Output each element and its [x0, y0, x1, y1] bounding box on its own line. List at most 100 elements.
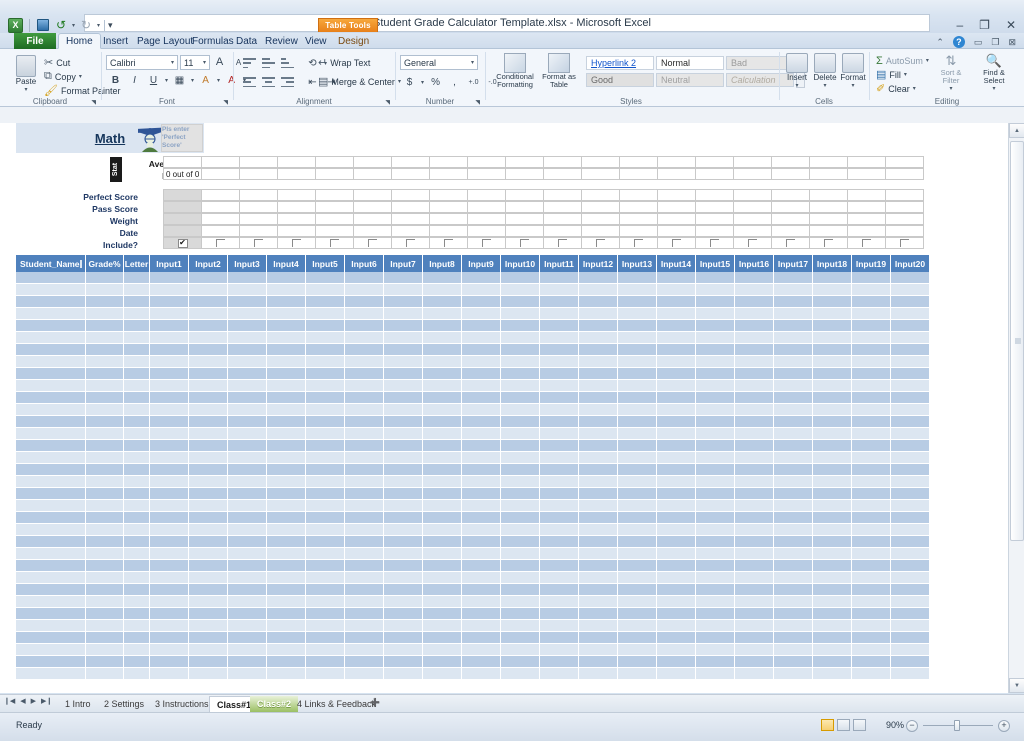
table-header-row[interactable]: Student_NameGrade%LetterInput1Input2Inpu… [16, 255, 945, 272]
table-header-grade-[interactable]: Grade% [86, 255, 124, 272]
table-cell[interactable] [813, 476, 852, 488]
grid-cell[interactable] [277, 237, 316, 249]
table-cell[interactable] [657, 344, 696, 356]
table-cell[interactable] [774, 356, 813, 368]
table-cell[interactable] [735, 644, 774, 656]
table-cell[interactable] [16, 524, 86, 536]
table-cell[interactable] [891, 512, 930, 524]
table-cell[interactable] [345, 284, 384, 296]
table-cell[interactable] [696, 476, 735, 488]
table-cell[interactable] [774, 464, 813, 476]
table-cell[interactable] [540, 608, 579, 620]
grid-cell[interactable] [353, 213, 392, 225]
table-cell[interactable] [618, 296, 657, 308]
table-cell[interactable] [462, 392, 501, 404]
table-cell[interactable] [124, 416, 150, 428]
table-cell[interactable] [774, 440, 813, 452]
table-cell[interactable] [540, 548, 579, 560]
table-row[interactable] [16, 428, 945, 440]
grid-cell[interactable] [277, 201, 316, 213]
table-cell[interactable] [462, 560, 501, 572]
table-cell[interactable] [852, 392, 891, 404]
table-cell[interactable] [150, 368, 189, 380]
table-cell[interactable] [657, 620, 696, 632]
table-cell[interactable] [384, 644, 423, 656]
table-cell[interactable] [813, 308, 852, 320]
paste-dropdown-icon[interactable]: ▾ [10, 86, 42, 93]
table-cell[interactable] [86, 392, 124, 404]
table-cell[interactable] [501, 428, 540, 440]
table-cell[interactable] [735, 548, 774, 560]
table-cell[interactable] [124, 548, 150, 560]
table-cell[interactable] [501, 668, 540, 680]
filter-icon[interactable] [80, 260, 82, 268]
find-select-button[interactable]: 🔍 Find & Select ▾ [974, 53, 1014, 92]
table-cell[interactable] [345, 656, 384, 668]
table-cell[interactable] [228, 668, 267, 680]
table-cell[interactable] [579, 332, 618, 344]
table-cell[interactable] [189, 536, 228, 548]
table-cell[interactable] [306, 668, 345, 680]
table-cell[interactable] [774, 560, 813, 572]
table-cell[interactable] [813, 596, 852, 608]
table-cell[interactable] [813, 488, 852, 500]
grid-cell[interactable] [847, 168, 886, 180]
table-cell[interactable] [124, 428, 150, 440]
table-cell[interactable] [86, 596, 124, 608]
grid-cell[interactable] [239, 213, 278, 225]
grid-cell[interactable] [315, 156, 354, 168]
table-cell[interactable] [579, 476, 618, 488]
table-row[interactable] [16, 404, 945, 416]
table-row[interactable] [16, 524, 945, 536]
table-cell[interactable] [86, 404, 124, 416]
table-cell[interactable] [345, 356, 384, 368]
table-cell[interactable] [891, 416, 930, 428]
table-cell[interactable] [228, 572, 267, 584]
grid-cell[interactable] [315, 189, 354, 201]
table-cell[interactable] [696, 584, 735, 596]
table-header-input20[interactable]: Input20 [891, 255, 930, 272]
insert-cells-button[interactable]: Insert ▾ [784, 53, 810, 89]
grid-cell[interactable] [429, 168, 468, 180]
grid-cell[interactable] [733, 213, 772, 225]
table-cell[interactable] [150, 464, 189, 476]
table-cell[interactable] [696, 320, 735, 332]
table-cell[interactable] [384, 488, 423, 500]
table-cell[interactable] [150, 404, 189, 416]
table-cell[interactable] [189, 320, 228, 332]
table-cell[interactable] [150, 452, 189, 464]
grid-cell[interactable] [809, 189, 848, 201]
table-header-input11[interactable]: Input11 [540, 255, 579, 272]
table-cell[interactable] [189, 500, 228, 512]
grid-row-weight[interactable] [164, 213, 924, 225]
restore-window-icon[interactable]: ▭ [974, 37, 983, 48]
table-cell[interactable] [852, 296, 891, 308]
table-cell[interactable] [540, 356, 579, 368]
window-controls[interactable]: – ❐ ✕ [956, 18, 1016, 32]
table-cell[interactable] [501, 380, 540, 392]
table-cell[interactable] [462, 428, 501, 440]
clipboard-dialog-launcher[interactable]: ◥ [91, 99, 96, 106]
table-cell[interactable] [891, 656, 930, 668]
grid-cell[interactable]: ✔ [163, 237, 202, 249]
grid-cell[interactable] [581, 168, 620, 180]
table-cell[interactable] [852, 308, 891, 320]
table-cell[interactable] [696, 572, 735, 584]
table-cell[interactable] [657, 476, 696, 488]
table-cell[interactable] [124, 488, 150, 500]
table-cell[interactable] [813, 464, 852, 476]
table-header-input12[interactable]: Input12 [579, 255, 618, 272]
table-cell[interactable] [540, 344, 579, 356]
grid-cell[interactable] [239, 237, 278, 249]
table-cell[interactable] [501, 512, 540, 524]
table-cell[interactable] [150, 536, 189, 548]
table-cell[interactable] [124, 272, 150, 284]
page-break-view-icon[interactable] [853, 719, 866, 731]
table-cell[interactable] [86, 572, 124, 584]
table-cell[interactable] [150, 344, 189, 356]
table-cell[interactable] [423, 368, 462, 380]
table-cell[interactable] [579, 368, 618, 380]
table-cell[interactable] [891, 272, 930, 284]
table-cell[interactable] [345, 536, 384, 548]
table-cell[interactable] [189, 608, 228, 620]
